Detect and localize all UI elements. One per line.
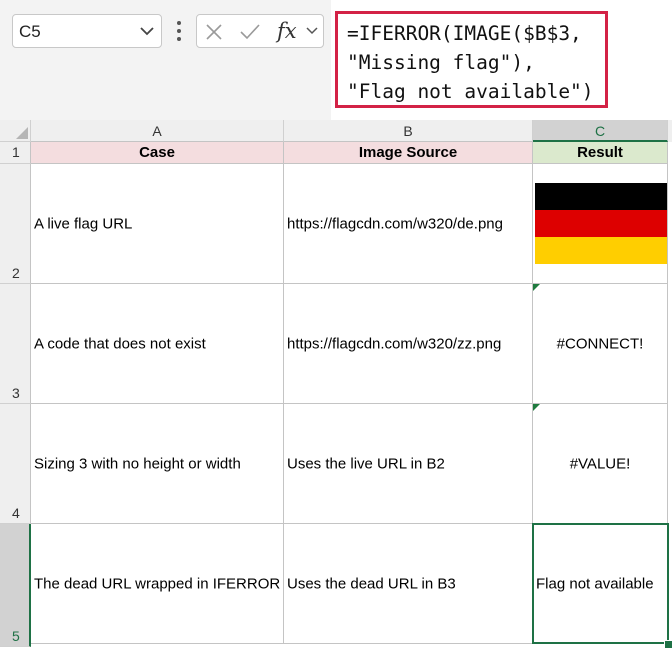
- cell-text: https://flagcdn.com/w320/zz.png: [287, 335, 502, 352]
- select-all-corner[interactable]: [0, 120, 31, 142]
- flag-stripe-black: [535, 183, 667, 210]
- enter-check-icon[interactable]: [239, 23, 261, 41]
- name-box[interactable]: C5: [12, 14, 162, 48]
- formula-buttons: fx: [196, 14, 324, 48]
- header-cell-result[interactable]: Result: [533, 142, 668, 164]
- error-indicator-icon[interactable]: [533, 284, 540, 291]
- cell-text: A live flag URL: [34, 215, 133, 232]
- row-header-1[interactable]: 1: [0, 142, 31, 164]
- row-number: 5: [12, 628, 20, 644]
- cell-a4[interactable]: Sizing 3 with no height or width: [31, 404, 284, 524]
- column-header-filler: [668, 120, 672, 142]
- formula-line: =IFERROR(IMAGE($B$3,: [347, 22, 582, 45]
- header-cell-case[interactable]: Case: [31, 142, 284, 164]
- cell-text: The dead URL wrapped in IFERROR: [34, 575, 281, 592]
- germany-flag-image: [535, 183, 667, 264]
- column-header-c[interactable]: C: [533, 120, 668, 142]
- cell-text: Uses the dead URL in B3: [287, 575, 456, 592]
- chevron-down-icon[interactable]: [139, 25, 155, 37]
- flag-stripe-red: [535, 210, 667, 237]
- formula-line: "Flag not available"): [347, 80, 594, 103]
- fill-handle[interactable]: [664, 640, 672, 649]
- cell-a5[interactable]: The dead URL wrapped in IFERROR: [31, 524, 284, 644]
- cell-c3[interactable]: #CONNECT!: [533, 284, 668, 404]
- select-all-icon: [16, 127, 28, 139]
- column-header-a[interactable]: A: [31, 120, 284, 142]
- cell-text: A code that does not exist: [34, 335, 206, 352]
- formula-line: "Missing flag"),: [347, 51, 535, 74]
- row-number: 2: [12, 265, 20, 281]
- column-header-b[interactable]: B: [284, 120, 533, 142]
- cell-text: Uses the live URL in B2: [287, 455, 445, 472]
- header-cell-image-source[interactable]: Image Source: [284, 142, 533, 164]
- cell-error-text: #VALUE!: [569, 455, 631, 472]
- row-number: 1: [12, 144, 20, 160]
- more-options-icon[interactable]: [175, 20, 183, 42]
- row-header-2[interactable]: 2: [0, 164, 31, 284]
- cancel-icon[interactable]: [205, 23, 223, 41]
- formula-text[interactable]: =IFERROR(IMAGE($B$3, "Missing flag"), "F…: [335, 11, 608, 108]
- name-box-value: C5: [19, 22, 41, 41]
- cell-a2[interactable]: A live flag URL: [31, 164, 284, 284]
- flag-stripe-gold: [535, 237, 667, 264]
- spreadsheet-grid: A B C 1 2 3 4 5 Case Image Source Result…: [0, 120, 672, 649]
- row-header-3[interactable]: 3: [0, 284, 31, 404]
- error-indicator-icon[interactable]: [533, 404, 540, 411]
- row-header-4[interactable]: 4: [0, 404, 31, 524]
- cell-a3[interactable]: A code that does not exist: [31, 284, 284, 404]
- cell-b2[interactable]: https://flagcdn.com/w320/de.png: [284, 164, 533, 284]
- cell-text: https://flagcdn.com/w320/de.png: [287, 215, 503, 232]
- cell-error-text: #CONNECT!: [556, 335, 644, 352]
- formula-bar-area: C5 fx =IFERROR(IMAGE($B$3, "Missing flag…: [0, 0, 672, 120]
- cell-b5[interactable]: Uses the dead URL in B3: [284, 524, 533, 644]
- cell-c2[interactable]: [533, 164, 668, 284]
- cell-b3[interactable]: https://flagcdn.com/w320/zz.png: [284, 284, 533, 404]
- row-header-5[interactable]: 5: [0, 524, 31, 647]
- chevron-down-icon[interactable]: [305, 26, 319, 36]
- cell-b4[interactable]: Uses the live URL in B2: [284, 404, 533, 524]
- row-number: 3: [12, 385, 20, 401]
- active-cell-selection: [532, 523, 669, 644]
- insert-function-button[interactable]: fx: [277, 19, 297, 43]
- cell-c4[interactable]: #VALUE!: [533, 404, 668, 524]
- cell-text: Sizing 3 with no height or width: [34, 455, 241, 472]
- row-number: 4: [12, 505, 20, 521]
